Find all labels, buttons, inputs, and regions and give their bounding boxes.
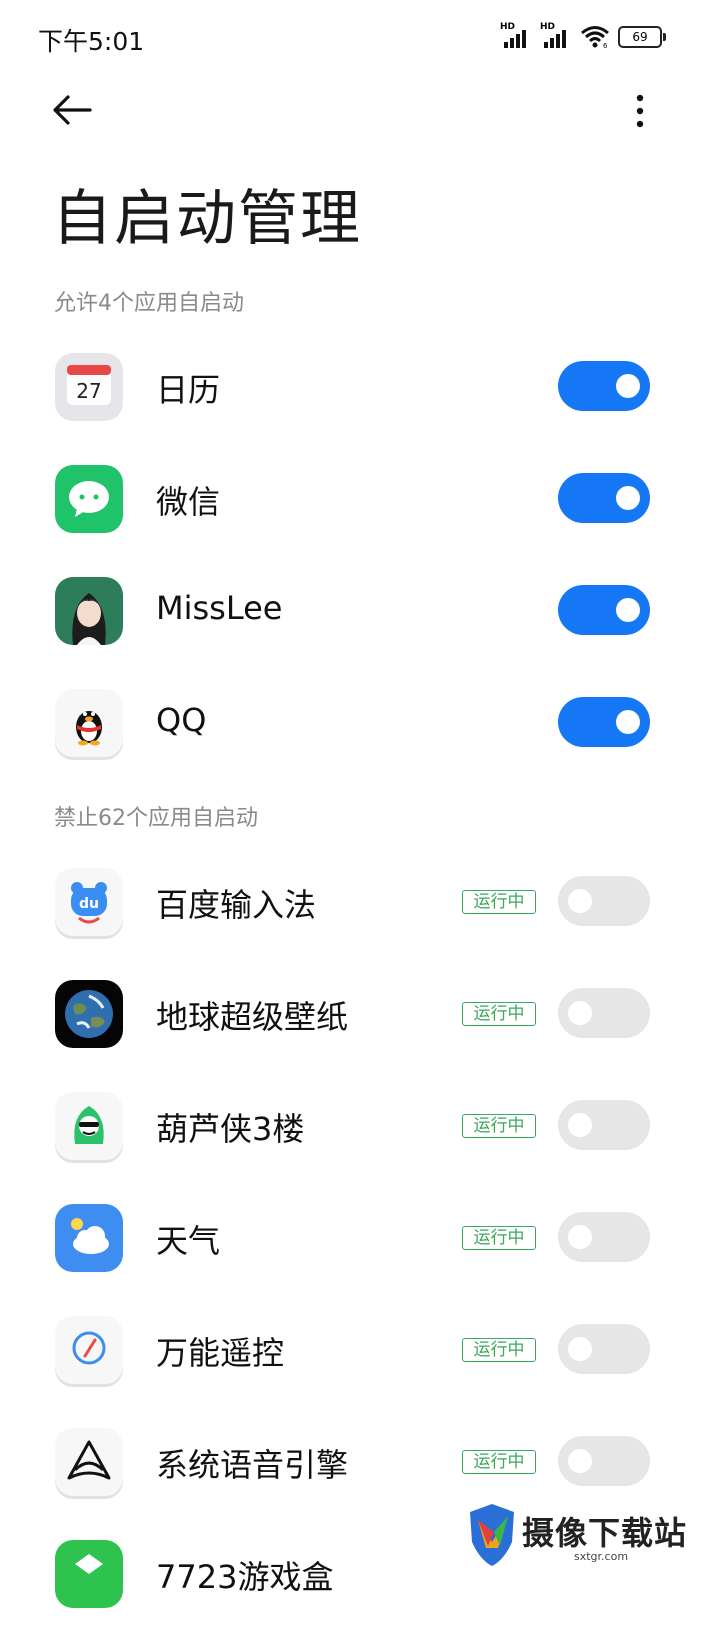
calendar-icon: 27 <box>55 353 123 421</box>
qq-penguin-icon <box>55 689 123 757</box>
watermark-url: sxtgr.com <box>574 1550 629 1563</box>
running-badge: 运行中 <box>462 1338 536 1362</box>
page-title: 自启动管理 <box>52 184 362 254</box>
running-badge: 运行中 <box>462 890 536 914</box>
autostart-toggle[interactable] <box>558 697 650 747</box>
app-row-weather: 天气 运行中 <box>0 1182 720 1294</box>
app-name: 地球超级壁纸 <box>156 998 349 1036</box>
watermark-logo-icon <box>470 1504 514 1566</box>
more-options-icon[interactable] <box>630 93 650 129</box>
weather-icon <box>55 1204 123 1272</box>
app-row-qq: QQ <box>0 667 720 779</box>
app-name: 百度输入法 <box>156 886 317 924</box>
app-name: 系统语音引擎 <box>156 1446 349 1484</box>
battery-icon: 69 <box>618 26 666 48</box>
blocked-section-label: 禁止62个应用自启动 <box>54 806 258 831</box>
calendar-day: 27 <box>76 379 101 403</box>
cellular-signal-icon: HD <box>500 22 532 48</box>
running-badge: 运行中 <box>462 1450 536 1474</box>
battery-level: 69 <box>618 26 662 48</box>
app-name: 7723游戏盒 <box>156 1558 334 1596</box>
app-row-wechat: 微信 <box>0 443 720 555</box>
running-badge: 运行中 <box>462 1226 536 1250</box>
autostart-toggle[interactable] <box>558 361 650 411</box>
autostart-toggle[interactable] <box>558 1212 650 1262</box>
watermark-text: 摄像下载站 <box>522 1514 688 1552</box>
app-row-misslee: MissLee <box>0 555 720 667</box>
remote-compass-icon <box>55 1316 123 1384</box>
wifi-icon: 6 <box>581 26 609 48</box>
app-row-huluxia: 葫芦侠3楼 运行中 <box>0 1070 720 1182</box>
app-name: 日历 <box>156 371 221 409</box>
app-name: 葫芦侠3楼 <box>156 1110 305 1148</box>
status-icons: HD HD 6 69 <box>500 22 666 48</box>
app-row-earth-wallpaper: 地球超级壁纸 运行中 <box>0 958 720 1070</box>
voice-engine-icon <box>55 1428 123 1496</box>
huluxia-icon <box>55 1092 123 1160</box>
app-row-baidu-input: du 百度输入法 运行中 <box>0 846 720 958</box>
app-name: 万能遥控 <box>156 1334 285 1372</box>
status-time: 下午5:01 <box>38 27 145 56</box>
allowed-section-label: 允许4个应用自启动 <box>54 291 244 316</box>
earth-icon <box>55 980 123 1048</box>
autostart-toggle[interactable] <box>558 876 650 926</box>
baidu-input-icon: du <box>55 868 123 936</box>
app-name: 微信 <box>156 483 221 521</box>
cellular-signal-icon: HD <box>540 22 572 48</box>
autostart-toggle[interactable] <box>558 473 650 523</box>
wechat-icon <box>55 465 123 533</box>
running-badge: 运行中 <box>462 1114 536 1138</box>
autostart-toggle[interactable] <box>558 1100 650 1150</box>
autostart-toggle[interactable] <box>558 1324 650 1374</box>
back-arrow-icon[interactable] <box>50 92 94 128</box>
misslee-avatar-icon <box>55 577 123 645</box>
running-badge: 运行中 <box>462 1002 536 1026</box>
app-row-calendar: 27 日历 <box>0 331 720 443</box>
autostart-toggle[interactable] <box>558 1436 650 1486</box>
wifi-badge: 6 <box>603 42 608 48</box>
autostart-toggle[interactable] <box>558 585 650 635</box>
site-watermark: 摄像下载站 sxtgr.com <box>464 1502 704 1572</box>
status-bar: 下午5:01 HD HD 6 69 <box>0 0 720 76</box>
app-name: QQ <box>156 701 207 739</box>
game-box-icon <box>55 1540 123 1608</box>
app-name: 天气 <box>156 1222 221 1260</box>
app-name: MissLee <box>156 589 283 627</box>
app-row-remote: 万能遥控 运行中 <box>0 1294 720 1406</box>
autostart-toggle[interactable] <box>558 988 650 1038</box>
baidu-icon-text: du <box>79 896 99 912</box>
